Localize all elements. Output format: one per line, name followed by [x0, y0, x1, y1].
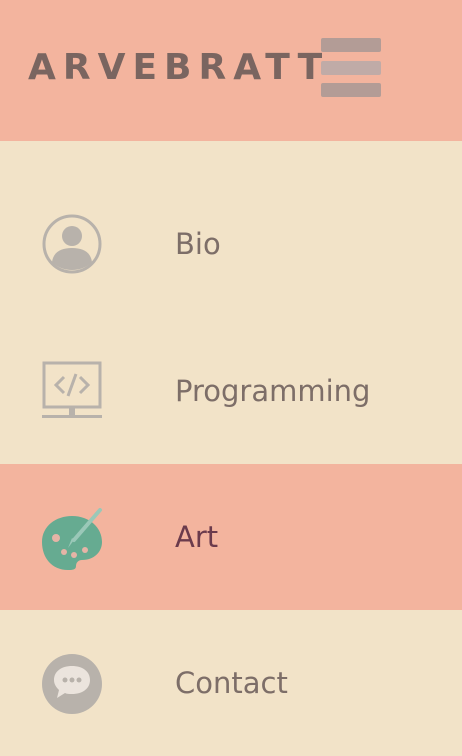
nav-item-label: Bio — [175, 227, 221, 261]
menu-bar-top — [321, 38, 381, 52]
chat-bubble-icon — [42, 654, 102, 714]
code-monitor-icon — [42, 361, 102, 418]
hamburger-menu-icon[interactable] — [321, 38, 381, 100]
menu-bar-middle — [321, 61, 381, 75]
nav-item-label: Art — [175, 520, 219, 554]
nav-item-contact[interactable]: Contact — [0, 610, 462, 756]
user-circle-icon — [42, 214, 102, 274]
nav-item-bio[interactable]: Bio — [0, 171, 462, 317]
site-header: ARVEBRATT — [0, 0, 462, 141]
menu-bar-bottom — [321, 83, 381, 97]
nav-item-art[interactable]: Art — [0, 464, 462, 610]
nav-item-programming[interactable]: Programming — [0, 318, 462, 464]
paint-palette-icon — [42, 508, 102, 570]
nav-item-label: Programming — [175, 374, 371, 408]
nav-item-label: Contact — [175, 666, 288, 700]
site-logo-text[interactable]: ARVEBRATT — [28, 45, 329, 91]
